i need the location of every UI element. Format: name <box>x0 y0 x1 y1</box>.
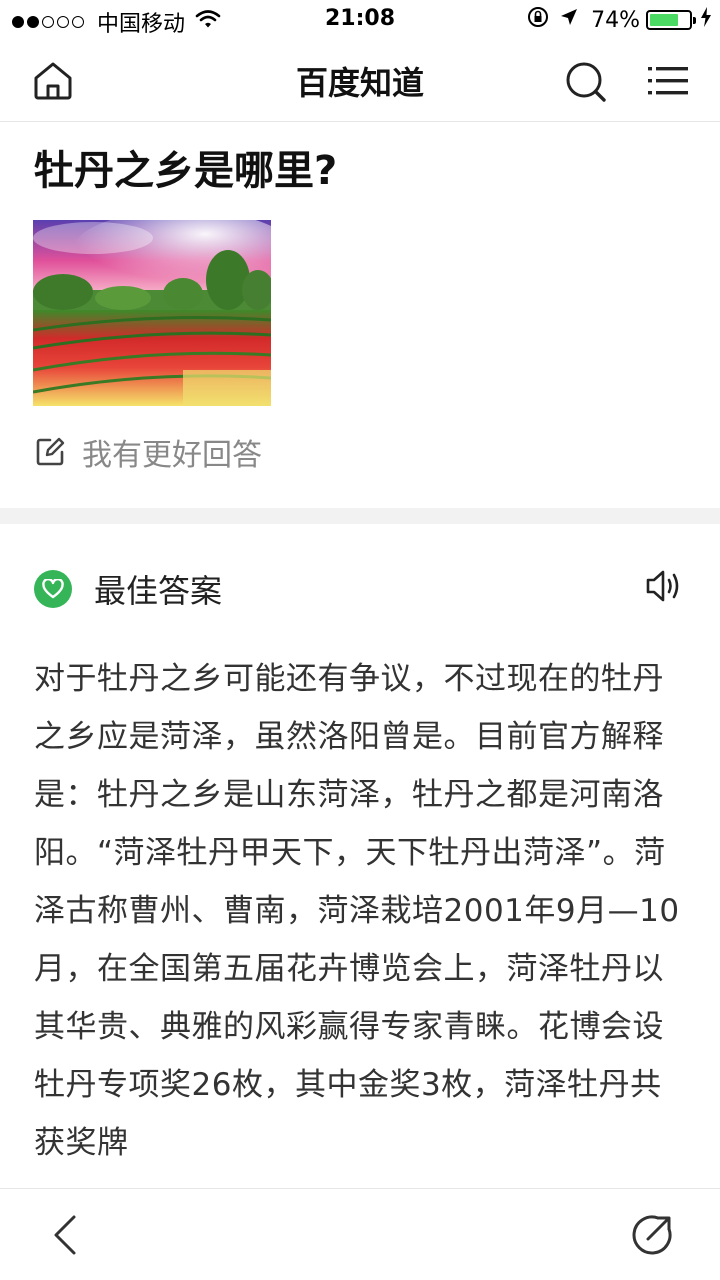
share-button[interactable] <box>628 1211 676 1259</box>
share-icon <box>632 1215 672 1255</box>
section-divider <box>0 508 720 524</box>
status-bar: 中国移动 21:08 74% <box>0 0 720 40</box>
question-title: 牡丹之乡是哪里? <box>34 148 338 194</box>
question-image[interactable] <box>33 220 271 406</box>
menu-icon <box>648 67 688 95</box>
app-title: 百度知道 <box>295 64 424 102</box>
menu-button[interactable] <box>644 56 694 106</box>
write-answer-button[interactable]: 我有更好回答 <box>34 430 262 474</box>
best-answer-label: 最佳答案 <box>94 572 223 610</box>
back-button[interactable] <box>44 1211 88 1259</box>
heart-icon <box>34 570 72 608</box>
rotation-lock-icon <box>527 6 549 34</box>
search-button[interactable] <box>560 56 610 106</box>
page: 中国移动 21:08 74% 百度知道 牡丹之乡是哪里? 我有更好回答 最佳答案… <box>0 0 720 1280</box>
write-answer-label: 我有更好回答 <box>82 438 262 473</box>
location-arrow-icon <box>559 7 579 33</box>
battery-icon <box>646 10 696 30</box>
status-right: 74% <box>527 6 712 34</box>
battery-percent: 74% <box>591 7 640 33</box>
battery-level-fill <box>650 14 679 26</box>
read-aloud-button[interactable] <box>644 568 684 604</box>
best-answer-header: 最佳答案 <box>34 566 222 612</box>
speaker-icon <box>646 570 679 602</box>
app-header: 百度知道 <box>0 40 720 122</box>
charging-bolt-icon <box>700 7 712 33</box>
bottom-toolbar <box>0 1188 720 1280</box>
back-icon <box>54 1215 76 1255</box>
edit-icon <box>36 437 65 466</box>
answer-text: 对于牡丹之乡可能还有争议，不过现在的牡丹之乡应是菏泽，虽然洛阳曾是。目前官方解释… <box>34 661 680 1161</box>
search-icon <box>566 62 606 102</box>
